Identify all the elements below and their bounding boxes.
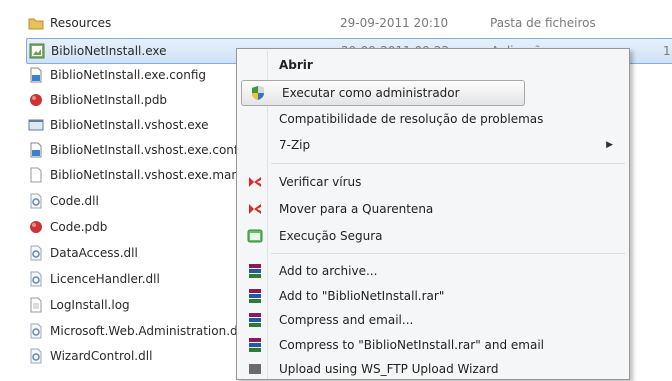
file-name: BiblioNetInstall.exe.config: [50, 68, 207, 82]
menu-item-label: Compress and email...: [279, 313, 414, 327]
file-name: BiblioNetInstall.vshost.exe.config: [50, 143, 250, 157]
dll-file-icon: [28, 323, 44, 339]
menu-item-label: Executar como administrador: [282, 86, 460, 100]
menu-item-safe-run[interactable]: Execução Segura: [239, 224, 625, 248]
blank-file-icon: [28, 297, 44, 313]
config-file-icon: [28, 142, 44, 158]
file-row-resources[interactable]: Resources 29-09-2011 20:10 Pasta de fich…: [28, 11, 668, 35]
menu-item-compress-rar-email[interactable]: Compress to "BiblioNetInstall.rar" and e…: [239, 333, 625, 357]
dll-file-icon: [28, 348, 44, 364]
menu-item-label: Mover para a Quarentena: [279, 202, 434, 216]
application-icon: [29, 43, 45, 59]
file-type: Pasta de ficheiros: [490, 16, 596, 30]
menu-item-label: Add to "BiblioNetInstall.rar": [279, 289, 445, 303]
menu-item-compatibility[interactable]: Compatibilidade de resolução de problema…: [239, 107, 625, 131]
menu-item-quarantine[interactable]: Mover para a Quarentena: [239, 197, 625, 221]
menu-item-label: Execução Segura: [279, 229, 383, 243]
dll-file-icon: [28, 245, 44, 261]
menu-separator: [271, 163, 625, 164]
winrar-icon: [247, 337, 263, 353]
menu-item-label: Compress to "BiblioNetInstall.rar" and e…: [279, 338, 545, 352]
blank-file-icon: [28, 167, 44, 183]
file-name: LogInstall.log: [50, 298, 130, 312]
menu-item-label: Upload using WS_FTP Upload Wizard: [279, 362, 499, 376]
uac-shield-icon: [250, 85, 266, 101]
safe-run-icon: [247, 228, 263, 244]
submenu-arrow-icon: ▶: [606, 140, 613, 150]
file-name: WizardControl.dll: [50, 349, 153, 363]
file-name: Resources: [50, 16, 112, 30]
menu-item-add-to-archive[interactable]: Add to archive...: [239, 259, 625, 283]
dll-file-icon: [28, 271, 44, 287]
file-name: LicenceHandler.dll: [50, 272, 160, 286]
file-name: Microsoft.Web.Administration.dll: [50, 324, 245, 338]
menu-item-label: Add to archive...: [279, 264, 378, 278]
file-date: 29-09-2011 20:10: [340, 16, 449, 30]
menu-item-ftp-upload[interactable]: Upload using WS_FTP Upload Wizard: [239, 357, 625, 381]
winrar-icon: [247, 312, 263, 328]
menu-item-label: Compatibilidade de resolução de problema…: [279, 112, 544, 126]
file-name: BiblioNetInstall.vshost.exe: [50, 118, 209, 132]
menu-item-compress-email[interactable]: Compress and email...: [239, 308, 625, 332]
dll-file-icon: [28, 193, 44, 209]
menu-item-label: Abrir: [279, 58, 313, 72]
menu-item-run-as-admin[interactable]: Executar como administrador: [241, 80, 525, 106]
config-file-icon: [28, 67, 44, 83]
winrar-icon: [247, 263, 263, 279]
pdb-file-icon: [28, 92, 44, 108]
file-name: BiblioNetInstall.pdb: [50, 93, 168, 107]
application-icon: [28, 117, 44, 133]
menu-item-7zip[interactable]: 7-Zip ▶: [239, 133, 625, 157]
winrar-icon: [247, 288, 263, 304]
file-name: Code.pdb: [50, 220, 108, 234]
menu-item-scan-virus[interactable]: Verificar vírus: [239, 170, 625, 194]
file-name: BiblioNetInstall.exe: [51, 44, 167, 58]
menu-item-add-to-rar[interactable]: Add to "BiblioNetInstall.rar": [239, 284, 625, 308]
file-size: 1: [663, 44, 671, 58]
menu-separator: [271, 253, 625, 254]
file-name: Code.dll: [50, 194, 99, 208]
pdb-file-icon: [28, 219, 44, 235]
menu-item-label: 7-Zip: [279, 138, 311, 152]
menu-item-abrir[interactable]: Abrir: [239, 53, 625, 77]
file-name: BiblioNetInstall.vshost.exe.manifest: [50, 168, 255, 182]
menu-item-label: Verificar vírus: [279, 175, 362, 189]
antivirus-icon: [247, 174, 263, 190]
ftp-icon: [247, 361, 263, 377]
context-menu: Abrir Executar como administrador Compat…: [236, 48, 630, 380]
folder-icon: [28, 15, 44, 31]
file-name: DataAccess.dll: [50, 246, 138, 260]
antivirus-icon: [247, 201, 263, 217]
